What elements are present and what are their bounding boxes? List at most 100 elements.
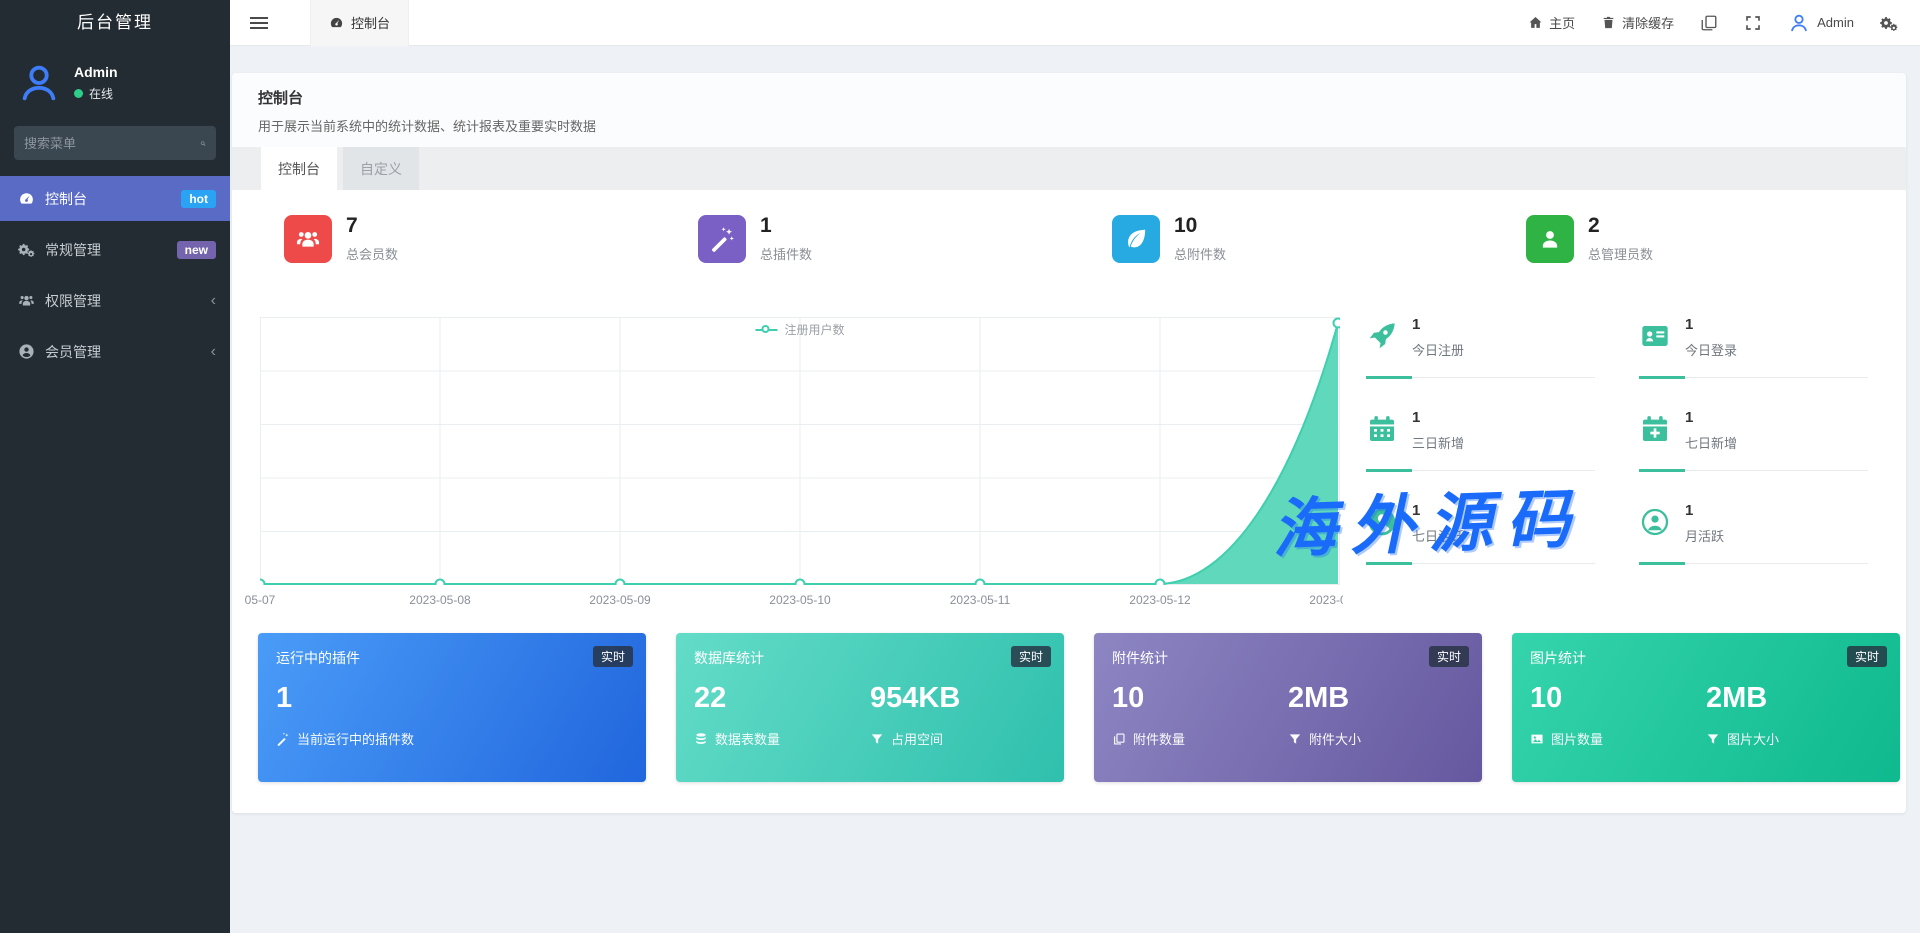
card-attachment-stats: 附件统计 实时 10 附件数量 2MB 附件大小 [1094, 633, 1482, 782]
new-badge: new [177, 241, 216, 259]
card-metric-label: 占用空间 [891, 729, 943, 748]
topbar-tab-dashboard[interactable]: 控制台 [310, 0, 409, 46]
pages-icon[interactable] [1700, 14, 1718, 32]
settings-gears-icon[interactable] [1880, 14, 1898, 32]
id-card-icon [1639, 320, 1671, 352]
mini-label: 今日注册 [1412, 340, 1464, 359]
stat-value: 2 [1588, 214, 1653, 237]
mini-label: 月活跃 [1685, 526, 1724, 545]
card-title: 附件统计 [1112, 648, 1464, 668]
user-circle-icon [18, 343, 35, 360]
leaf-icon [1112, 215, 1160, 263]
users-icon [284, 215, 332, 263]
filter-icon [1706, 732, 1720, 746]
chevron-left-icon: ‹ [211, 292, 216, 310]
card-database-stats: 数据库统计 实时 22 数据表数量 954KB [676, 633, 1064, 782]
user-circle-icon [1366, 506, 1398, 538]
home-link[interactable]: 主页 [1528, 13, 1575, 32]
chart-legend[interactable]: 注册用户数 [755, 321, 844, 338]
registered-users-chart: 注册用户数 05-07 2023-05-08 2023-05-09 2023-0… [240, 317, 1343, 617]
mini-label: 今日登录 [1685, 340, 1737, 359]
x-tick: 2023-05-09 [589, 593, 650, 607]
tab-label: 自定义 [360, 159, 402, 179]
users-icon [18, 292, 35, 309]
stat-label: 总会员数 [346, 244, 398, 263]
dashboard-icon [18, 190, 35, 207]
home-label: 主页 [1549, 13, 1575, 32]
realtime-badge: 实时 [1429, 646, 1469, 667]
sidebar-item-label: 控制台 [45, 189, 171, 209]
card-metric-label: 附件数量 [1133, 729, 1185, 748]
card-title: 图片统计 [1530, 648, 1882, 668]
x-tick: 2023-05-08 [409, 593, 470, 607]
card-metric-label: 数据表数量 [715, 729, 780, 748]
admin-user-icon [1526, 215, 1574, 263]
magic-wand-icon [276, 732, 290, 746]
search-icon[interactable] [200, 136, 206, 151]
fullscreen-icon[interactable] [1744, 14, 1762, 32]
mini-value: 1 [1412, 316, 1464, 333]
menu-search-input[interactable] [24, 136, 200, 151]
sidebar-toggle-button[interactable] [236, 0, 282, 46]
tab-dashboard[interactable]: 控制台 [261, 147, 337, 190]
stat-label: 总附件数 [1174, 244, 1226, 263]
clear-cache-label: 清除缓存 [1622, 13, 1674, 32]
copy-icon [1112, 732, 1126, 746]
sidebar: 后台管理 Admin 在线 控制台 hot [0, 0, 230, 933]
stat-value: 1 [760, 214, 812, 237]
x-tick: 2023-05-12 [1129, 593, 1190, 607]
mini-stat-monthly-active: 1 月活跃 [1639, 502, 1868, 564]
realtime-badge: 实时 [1847, 646, 1887, 667]
tab-custom[interactable]: 自定义 [343, 147, 419, 190]
topbar: 控制台 主页 清除缓存 Admin [230, 0, 1920, 46]
menu-search [14, 126, 216, 160]
sidebar-item-auth[interactable]: 权限管理 ‹ [0, 278, 230, 323]
filter-icon [870, 732, 884, 746]
card-running-plugins: 运行中的插件 实时 1 当前运行中的插件数 [258, 633, 646, 782]
topbar-user[interactable]: Admin [1788, 12, 1854, 34]
sidebar-item-members[interactable]: 会员管理 ‹ [0, 329, 230, 374]
user-name: Admin [74, 64, 118, 80]
mini-stats-grid: 1 今日注册 1 今日登录 1 三日新增 [1366, 316, 1868, 564]
user-avatar-icon [1788, 12, 1810, 34]
stat-total-admins: 2 总管理员数 [1526, 214, 1920, 263]
mini-stat-seven-day-active: 1 七日活跃 [1366, 502, 1595, 564]
page-title: 控制台 [258, 87, 1880, 108]
stat-label: 总插件数 [760, 244, 812, 263]
mini-label: 七日新增 [1685, 433, 1737, 452]
dashboard-icon [329, 15, 344, 30]
topbar-actions: 主页 清除缓存 Admin [1528, 12, 1920, 34]
mini-label: 三日新增 [1412, 433, 1464, 452]
x-tick: 2023-05-13 [1309, 593, 1343, 607]
card-value: 2MB [1288, 682, 1464, 715]
panel-header: 控制台 用于展示当前系统中的统计数据、统计报表及重要实时数据 [232, 73, 1906, 147]
chart-x-axis: 05-07 2023-05-08 2023-05-09 2023-05-10 2… [240, 593, 1343, 611]
stat-total-members: 7 总会员数 [284, 214, 698, 263]
stat-total-plugins: 1 总插件数 [698, 214, 1112, 263]
sidebar-item-general[interactable]: 常规管理 new [0, 227, 230, 272]
sidebar-menu: 控制台 hot 常规管理 new 权限管理 ‹ 会员管理 ‹ [0, 176, 230, 374]
x-tick: 05-07 [245, 593, 276, 607]
user-status: 在线 [74, 85, 118, 102]
mini-stat-seven-day-new: 1 七日新增 [1639, 409, 1868, 471]
sidebar-item-label: 会员管理 [45, 342, 201, 362]
x-tick: 2023-05-11 [950, 593, 1011, 607]
card-value: 10 [1112, 682, 1288, 715]
summary-cards: 运行中的插件 实时 1 当前运行中的插件数 数据库统计 实时 [258, 633, 1900, 782]
clear-cache-button[interactable]: 清除缓存 [1601, 13, 1674, 32]
page-subtitle: 用于展示当前系统中的统计数据、统计报表及重要实时数据 [258, 116, 1880, 135]
mini-value: 1 [1412, 502, 1464, 519]
legend-marker-icon [755, 326, 777, 334]
card-metric-label: 当前运行中的插件数 [297, 729, 414, 748]
mini-value: 1 [1412, 409, 1464, 426]
app-title: 后台管理 [0, 0, 230, 46]
magic-wand-icon [698, 215, 746, 263]
card-metric-label: 图片大小 [1727, 729, 1779, 748]
sidebar-item-dashboard[interactable]: 控制台 hot [0, 176, 230, 221]
mini-stat-three-day-new: 1 三日新增 [1366, 409, 1595, 471]
x-tick: 2023-05-10 [769, 593, 830, 607]
topbar-user-label: Admin [1817, 15, 1854, 30]
stat-row: 7 总会员数 1 总插件数 10 总附件数 [284, 214, 1920, 263]
dashboard-panel: 控制台 用于展示当前系统中的统计数据、统计报表及重要实时数据 控制台 自定义 7… [232, 73, 1906, 813]
image-icon [1530, 732, 1544, 746]
